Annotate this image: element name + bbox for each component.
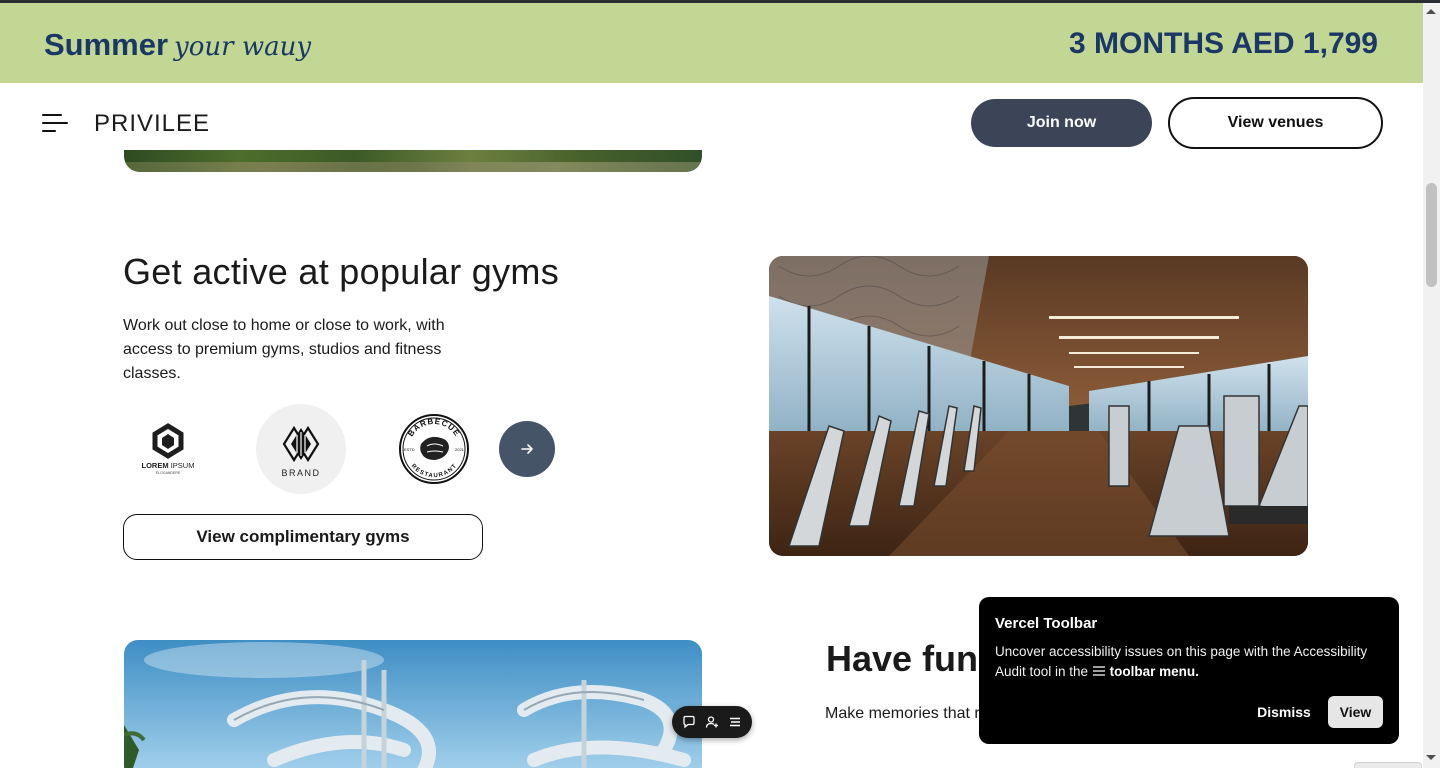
promo-banner[interactable]: Summer your wauy 3 MONTHS AED 1,799: [0, 3, 1423, 83]
svg-text:LOREM IPSUM: LOREM IPSUM: [142, 461, 195, 470]
view-complimentary-gyms-button[interactable]: View complimentary gyms: [123, 514, 483, 560]
scroll-thumb[interactable]: [1426, 183, 1437, 287]
gym-interior-image: [769, 256, 1308, 556]
lorem-logo-sub: ELOGANDERE: [156, 471, 181, 475]
join-now-button[interactable]: Join now: [971, 99, 1152, 147]
promo-campaign: Summer your wauy: [44, 27, 311, 63]
arrow-right-icon: [521, 444, 533, 454]
logos-next-button[interactable]: [499, 421, 555, 477]
ipsum-logo-text: IPSUM: [171, 461, 195, 470]
promo-brand-script: your wauy: [174, 32, 312, 62]
scroll-down-arrow-icon[interactable]: [1426, 755, 1436, 760]
scroll-up-arrow-icon[interactable]: [1426, 9, 1436, 14]
promo-brand-bold: Summer: [44, 27, 169, 62]
fun-section-title: Have fun: [826, 638, 979, 679]
previous-section-image: [124, 150, 702, 172]
comment-icon[interactable]: [682, 715, 696, 729]
toast-view-button[interactable]: View: [1328, 696, 1383, 728]
bottom-corner-widget: [1354, 762, 1422, 768]
toast-body-bold: toolbar menu.: [1109, 664, 1199, 679]
lorem-logo-text: LOREM: [142, 461, 169, 470]
hamburger-menu-icon[interactable]: [42, 114, 68, 132]
gyms-section-title: Get active at popular gyms: [123, 251, 560, 292]
view-venues-button[interactable]: View venues: [1168, 97, 1383, 149]
add-user-icon[interactable]: [705, 715, 719, 729]
brand-logo-text: BRAND: [281, 468, 320, 478]
partner-logo-brand[interactable]: BRAND: [256, 404, 346, 494]
toolbar-menu-icon: [1092, 666, 1105, 676]
gyms-section-description: Work out close to home or close to work,…: [123, 317, 445, 382]
vercel-toolbar-toast: Vercel Toolbar Uncover accessibility iss…: [979, 597, 1399, 744]
toast-body: Uncover accessibility issues on this pag…: [995, 642, 1383, 682]
barbecue-logo-estd: ESTD: [404, 447, 415, 452]
toolbar-menu-icon[interactable]: [728, 715, 742, 729]
site-logo[interactable]: PRIVILEE: [94, 110, 210, 138]
barbecue-logo-year: 2021: [455, 447, 465, 452]
partner-logo-lorem-ipsum[interactable]: LOREM IPSUM ELOGANDERE: [123, 404, 213, 494]
water-park-image: [124, 640, 702, 768]
vercel-toolbar[interactable]: [672, 706, 752, 738]
page-scrollbar[interactable]: [1423, 3, 1440, 768]
toast-title: Vercel Toolbar: [995, 615, 1098, 632]
toast-dismiss-button[interactable]: Dismiss: [1251, 696, 1317, 728]
promo-offer: 3 MONTHS AED 1,799: [1069, 27, 1378, 60]
partner-logo-barbecue[interactable]: BARBECUE RESTAURANT ESTD 2021: [389, 404, 479, 494]
